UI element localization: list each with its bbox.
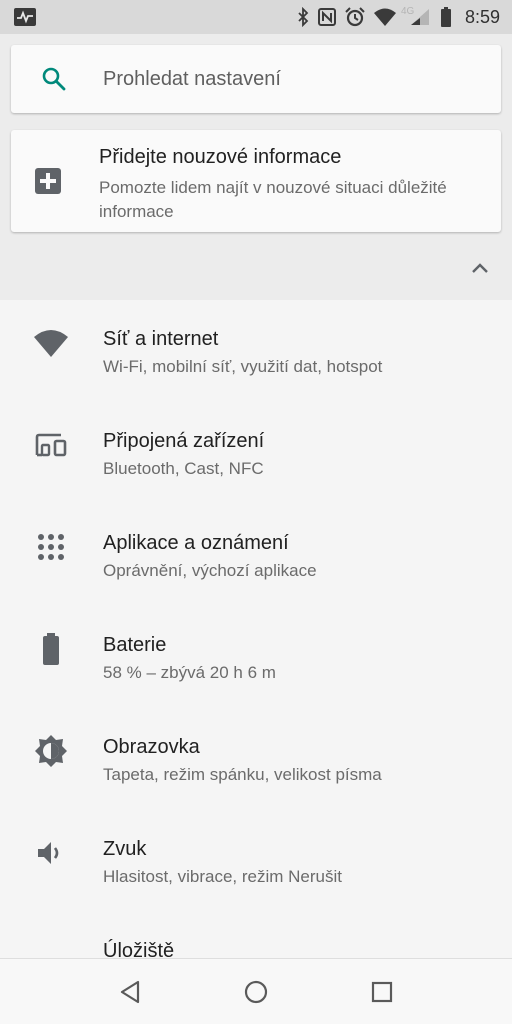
settings-item-display[interactable]: Obrazovka Tapeta, režim spánku, velikost… [0, 708, 512, 810]
suggestion-card[interactable]: Přidejte nouzové informace Pomozte lidem… [11, 130, 501, 232]
search-area: Prohledat nastavení [0, 34, 512, 126]
settings-item-title: Zvuk [103, 838, 147, 860]
apps-icon [34, 530, 68, 564]
search-bar[interactable]: Prohledat nastavení [11, 45, 501, 113]
settings-item-storage[interactable]: Úložiště [0, 912, 512, 958]
add-emergency-info-icon [35, 168, 61, 194]
navigation-bar [0, 958, 512, 1024]
settings-item-battery[interactable]: Baterie 58 % – zbývá 20 h 6 m [0, 606, 512, 708]
status-time: 8:59 [464, 6, 500, 27]
storage-icon [34, 938, 68, 958]
alarm-icon [345, 7, 365, 27]
display-brightness-icon [34, 734, 68, 768]
settings-item-title: Aplikace a oznámení [103, 532, 289, 554]
settings-item-subtitle: Bluetooth, Cast, NFC [103, 459, 264, 478]
battery-icon [440, 7, 452, 27]
settings-item-sound[interactable]: Zvuk Hlasitost, vibrace, režim Nerušit [0, 810, 512, 912]
settings-item-title: Připojená zařízení [103, 430, 265, 452]
collapse-suggestions-button[interactable] [462, 256, 498, 280]
suggestion-subtitle: Pomozte lidem najít v nouzové situaci dů… [99, 178, 447, 221]
nfc-icon [317, 8, 336, 26]
home-button[interactable] [236, 972, 276, 1012]
settings-item-title: Úložiště [103, 940, 175, 958]
wifi-icon [373, 8, 396, 26]
signal-icon: 4G [401, 6, 431, 27]
settings-item-title: Síť a internet [103, 328, 219, 350]
settings-item-title: Obrazovka [103, 736, 200, 758]
back-button[interactable] [110, 972, 150, 1012]
settings-item-subtitle: Hlasitost, vibrace, režim Nerušit [103, 867, 343, 886]
search-input[interactable]: Prohledat nastavení [103, 68, 281, 91]
volume-icon [34, 836, 68, 870]
settings-item-connected-devices[interactable]: Připojená zařízení Bluetooth, Cast, NFC [0, 402, 512, 504]
connected-devices-icon [34, 428, 68, 462]
settings-list: Síť a internet Wi-Fi, mobilní síť, využi… [0, 300, 512, 958]
bluetooth-icon [297, 7, 309, 27]
suggestion-title: Přidejte nouzové informace [99, 146, 342, 168]
settings-item-apps[interactable]: Aplikace a oznámení Oprávnění, výchozí a… [0, 504, 512, 606]
recents-square-icon [371, 981, 393, 1003]
settings-item-title: Baterie [103, 634, 167, 656]
wifi-icon [34, 326, 68, 360]
recents-button[interactable] [362, 972, 402, 1012]
settings-screen: 4G 8:59 Prohledat nastavení Přidejte nou… [0, 0, 512, 1024]
battery-icon [34, 632, 68, 666]
settings-item-subtitle: 58 % – zbývá 20 h 6 m [103, 663, 276, 682]
settings-item-subtitle: Tapeta, režim spánku, velikost písma [103, 765, 382, 784]
settings-item-network[interactable]: Síť a internet Wi-Fi, mobilní síť, využi… [0, 300, 512, 402]
activity-icon [14, 8, 36, 26]
status-bar: 4G 8:59 [0, 0, 512, 34]
settings-item-subtitle: Wi-Fi, mobilní síť, využití dat, hotspot [103, 357, 383, 376]
back-triangle-icon [119, 980, 141, 1004]
settings-item-subtitle: Oprávnění, výchozí aplikace [103, 561, 317, 580]
home-circle-icon [244, 980, 268, 1004]
chevron-up-icon [471, 262, 489, 274]
network-type-label: 4G [400, 6, 415, 17]
search-icon [39, 64, 69, 94]
suggestions-area: Přidejte nouzové informace Pomozte lidem… [0, 126, 512, 300]
